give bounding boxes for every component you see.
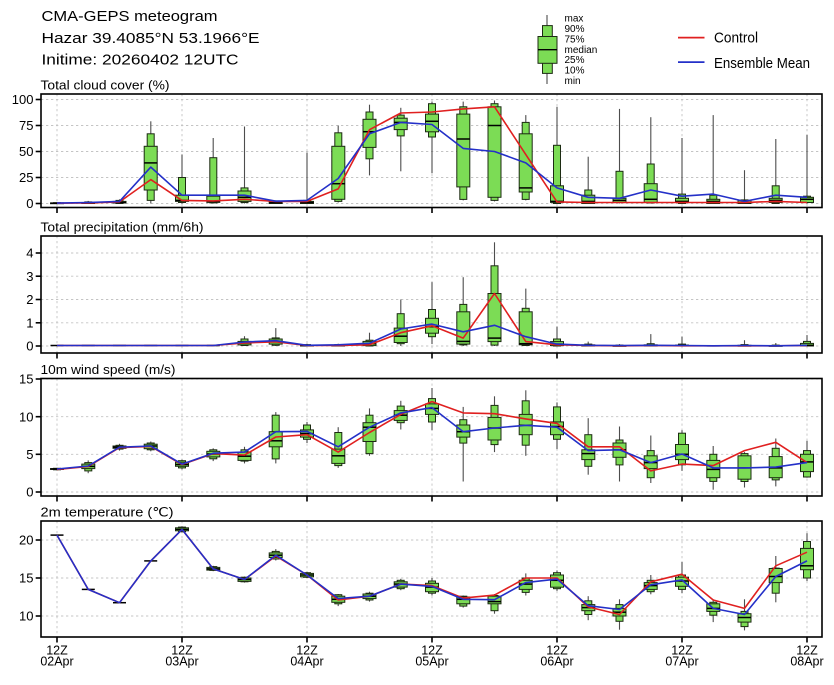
svg-text:08Apr: 08Apr [790,655,823,669]
svg-text:1: 1 [26,315,33,330]
svg-text:25: 25 [19,170,33,185]
svg-text:median: median [565,45,598,56]
svg-text:10: 10 [19,409,33,424]
svg-text:02Apr: 02Apr [40,655,73,669]
svg-text:Control: Control [714,30,758,47]
svg-text:0: 0 [26,339,33,354]
svg-text:20: 20 [19,533,33,548]
svg-text:2: 2 [26,292,33,307]
svg-text:Initime: 20260402 12UTC: Initime: 20260402 12UTC [42,52,239,69]
svg-text:75: 75 [19,118,33,133]
svg-text:50: 50 [19,144,33,159]
svg-text:06Apr: 06Apr [540,655,573,669]
svg-text:10%: 10% [565,66,585,77]
svg-text:25%: 25% [565,55,585,66]
svg-text:07Apr: 07Apr [665,655,698,669]
svg-text:Ensemble Mean: Ensemble Mean [714,55,810,72]
svg-text:0: 0 [26,485,33,500]
svg-text:10m wind speed (m/s): 10m wind speed (m/s) [41,362,176,377]
svg-text:0: 0 [26,196,33,211]
svg-text:100: 100 [12,92,34,107]
svg-text:15: 15 [19,372,33,387]
svg-text:Hazar 39.4085°N 53.1966°E: Hazar 39.4085°N 53.1966°E [42,30,260,47]
svg-text:05Apr: 05Apr [415,655,448,669]
svg-text:Total cloud cover (%): Total cloud cover (%) [41,78,170,93]
svg-text:15: 15 [19,571,33,586]
svg-text:min: min [565,76,581,87]
svg-text:03Apr: 03Apr [165,655,198,669]
svg-text:3: 3 [26,269,33,284]
svg-text:75%: 75% [565,34,585,45]
svg-text:Total precipitation (mm/6h): Total precipitation (mm/6h) [41,220,204,235]
svg-text:04Apr: 04Apr [290,655,323,669]
svg-text:10: 10 [19,609,33,624]
svg-text:90%: 90% [565,24,585,35]
svg-text:4: 4 [26,246,33,261]
svg-text:2m temperature (℃): 2m temperature (℃) [41,505,174,520]
svg-text:CMA-GEPS meteogram: CMA-GEPS meteogram [42,8,218,25]
svg-text:5: 5 [26,447,33,462]
svg-text:max: max [565,13,584,24]
